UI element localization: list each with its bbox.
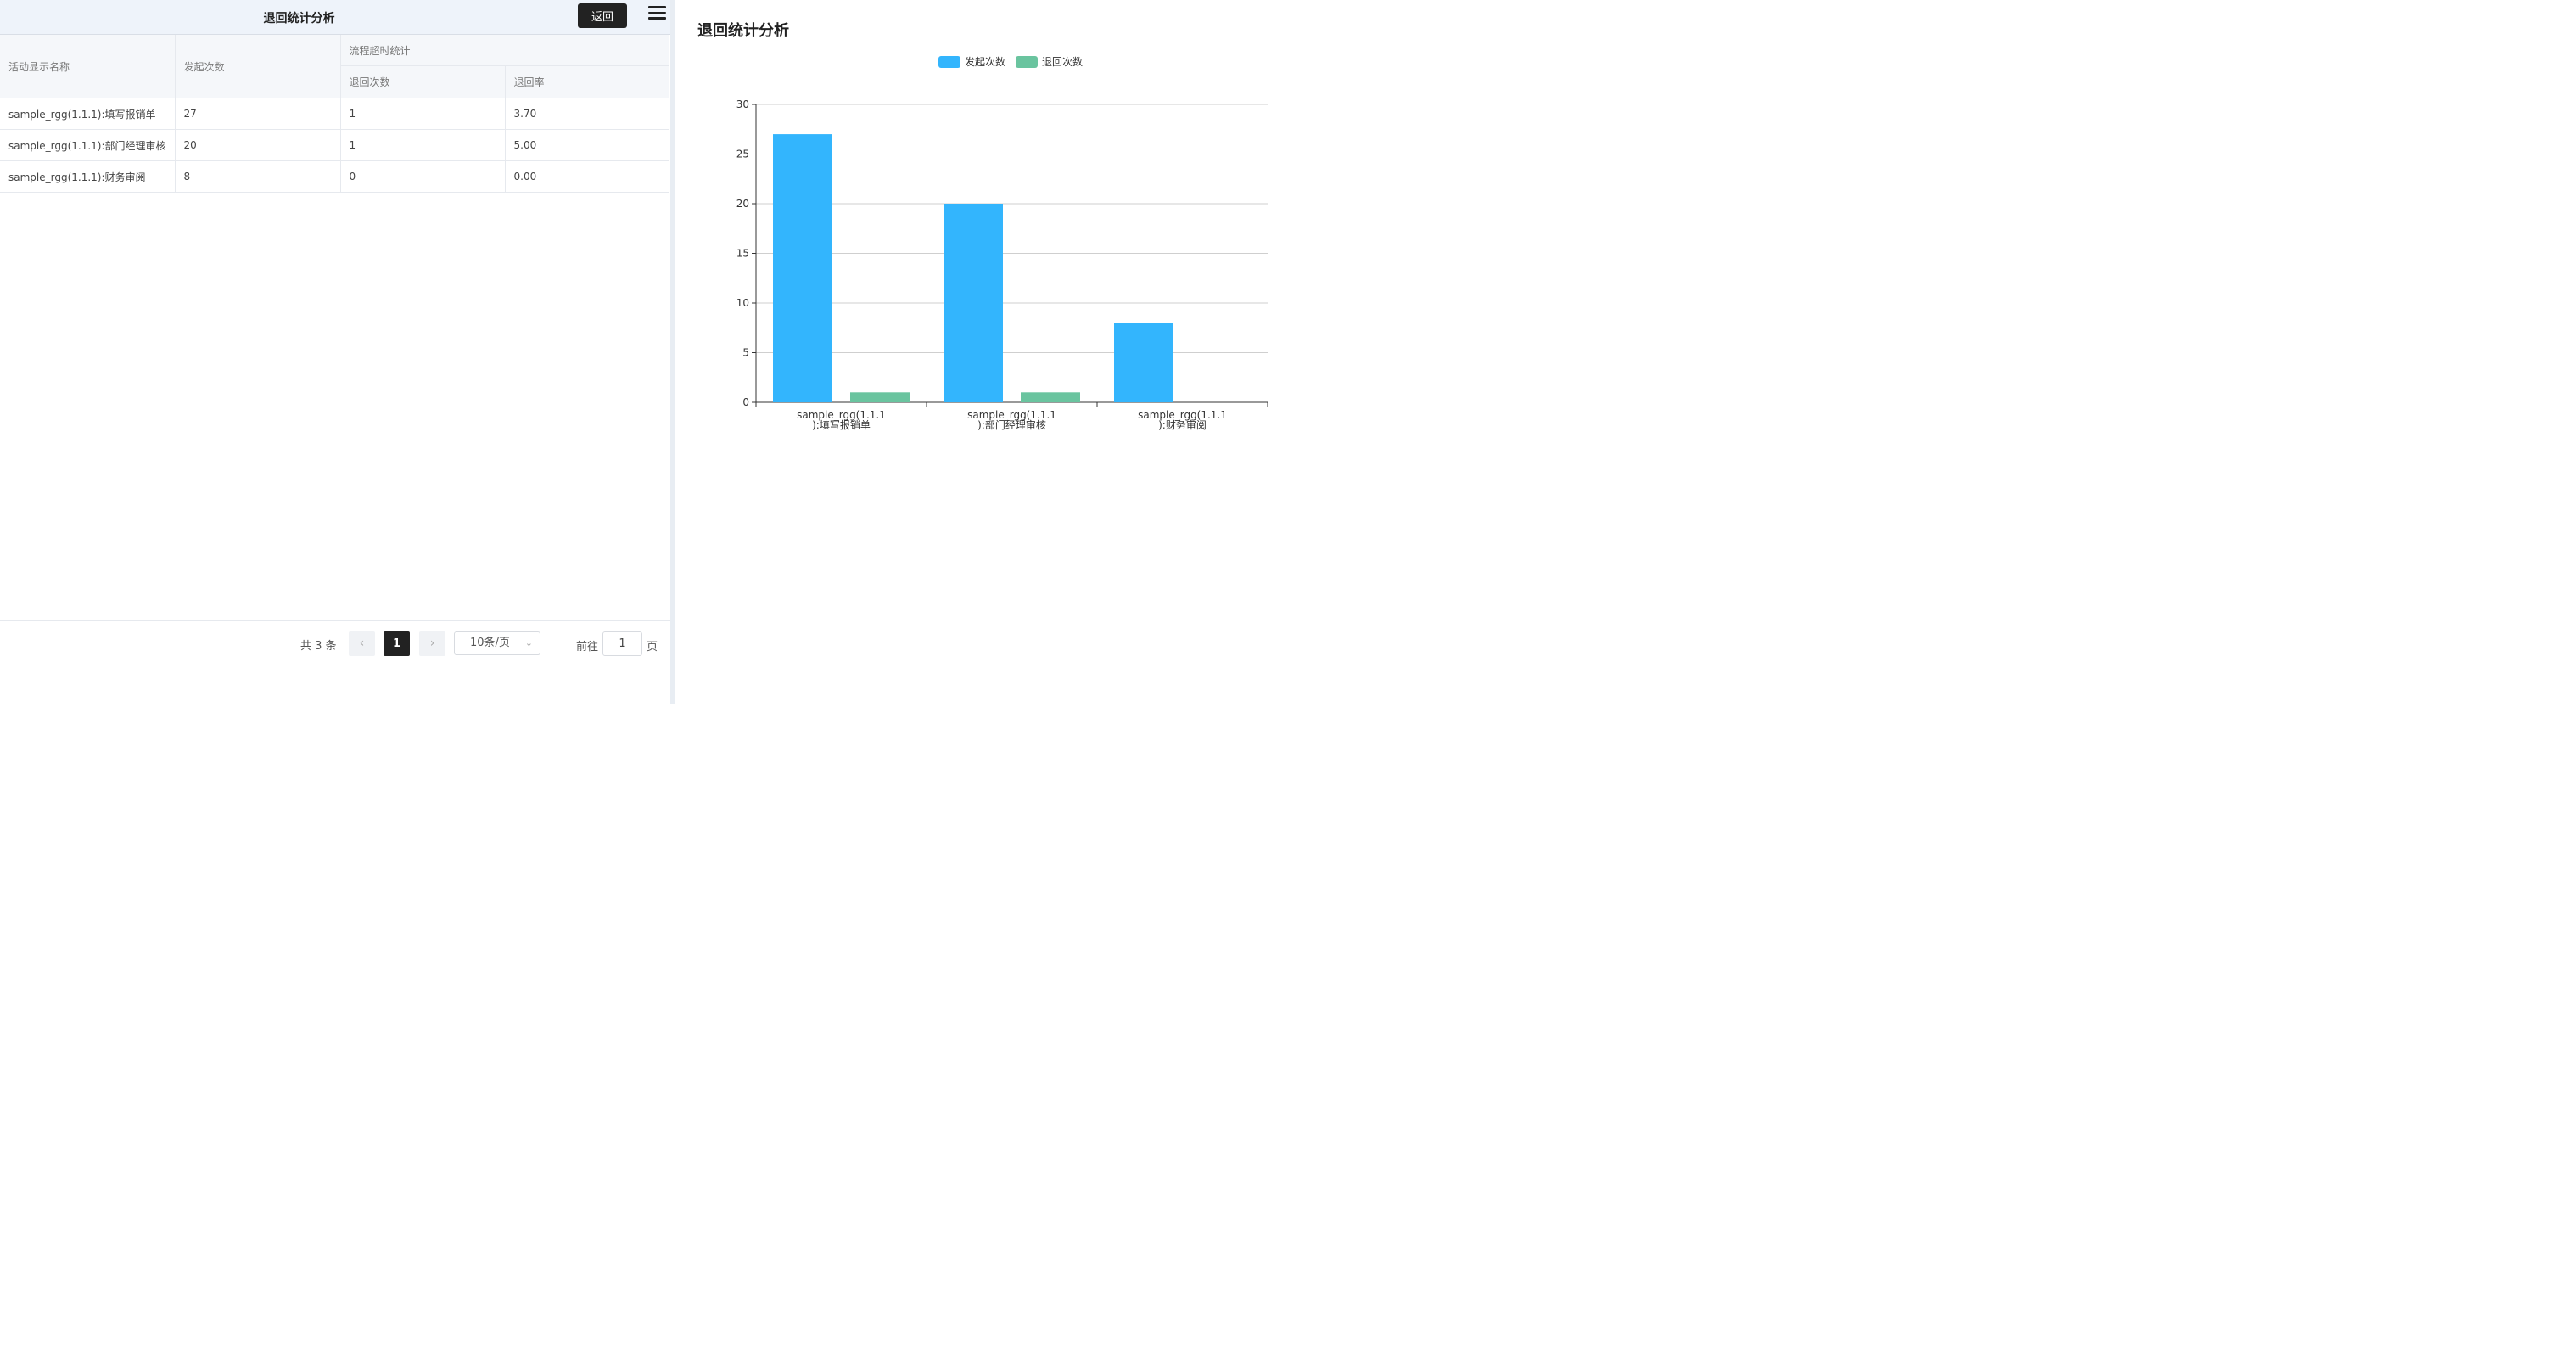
goto-label: 前往 — [576, 641, 599, 653]
cell-activity-name: sample_rgg(1.1.1):部门经理审核 — [0, 129, 176, 161]
column-header-return-rate: 退回率 — [505, 65, 670, 98]
cell-returned-count: 1 — [340, 129, 506, 161]
bar — [1114, 323, 1173, 402]
page-size-select[interactable]: 10条/页 ⌄ — [454, 631, 540, 655]
cell-returned-count: 1 — [340, 98, 506, 130]
chevron-right-icon: › — [429, 637, 435, 650]
column-header-activity-name: 活动显示名称 — [0, 35, 176, 98]
column-header-initiated-count: 发起次数 — [175, 35, 341, 98]
chart-panel: 退回统计分析 发起次数 退回次数 0 5 10 15 20 25 30 sample_rgg(… — [675, 0, 1330, 704]
column-header-returned-count: 退回次数 — [340, 65, 506, 98]
table-row: sample_rgg(1.1.1):部门经理审核 20 1 5.00 — [0, 129, 670, 161]
y-tick-label: 20 — [736, 198, 749, 210]
statistics-table: 活动显示名称 发起次数 流程超时统计 退回次数 退回率 sample_rgg(1… — [0, 35, 670, 193]
cell-returned-count: 0 — [340, 160, 506, 193]
cell-activity-name: sample_rgg(1.1.1):财务审阅 — [0, 160, 176, 193]
prev-page-button[interactable]: ‹ — [349, 631, 375, 656]
chevron-left-icon: ‹ — [359, 637, 365, 650]
y-tick-label: 0 — [742, 396, 749, 408]
bar — [1021, 392, 1080, 402]
table-row: sample_rgg(1.1.1):财务审阅 8 0 0.00 — [0, 160, 670, 193]
y-tick-label: 15 — [736, 248, 749, 260]
cell-return-rate: 0.00 — [505, 160, 670, 193]
x-tick-label: ):填写报销单 — [812, 418, 871, 431]
cell-return-rate: 3.70 — [505, 98, 670, 130]
next-page-button[interactable]: › — [419, 631, 445, 656]
page-number-current[interactable]: 1 — [384, 631, 410, 656]
bar-chart: 051015202530sample_rgg(1.1.1):填写报销单sampl… — [736, 98, 1268, 431]
cell-return-rate: 5.00 — [505, 129, 670, 161]
page-title: 退回统计分析 — [263, 12, 335, 25]
bar — [773, 134, 832, 402]
cell-initiated-count: 20 — [175, 129, 341, 161]
y-tick-label: 5 — [742, 347, 749, 359]
header-bar: 退回统计分析 返回 — [0, 0, 670, 35]
x-tick-label: ):财务审阅 — [1158, 418, 1207, 431]
pagination: 共 3 条 ‹ 1 › 10条/页 ⌄ 前往 页 — [0, 620, 670, 704]
bar — [850, 392, 910, 402]
cell-initiated-count: 8 — [175, 160, 341, 193]
goto-page-input[interactable] — [602, 631, 642, 656]
bar — [944, 204, 1003, 402]
table-row: sample_rgg(1.1.1):填写报销单 27 1 3.70 — [0, 98, 670, 130]
cell-activity-name: sample_rgg(1.1.1):填写报销单 — [0, 98, 176, 130]
y-tick-label: 25 — [736, 149, 749, 160]
total-count: 共 3 条 — [300, 640, 337, 653]
y-tick-label: 30 — [736, 98, 749, 110]
page-size-value: 10条/页 — [470, 637, 510, 649]
back-button[interactable]: 返回 — [578, 3, 627, 28]
left-panel: 退回统计分析 返回 活动显示名称 发起次数 流程超时统计 退回次数 退回率 sa… — [0, 0, 670, 704]
y-tick-label: 10 — [736, 297, 749, 309]
hamburger-menu-icon[interactable] — [648, 5, 667, 20]
column-group-header: 流程超时统计 — [340, 35, 670, 67]
x-tick-label: ):部门经理审核 — [977, 418, 1046, 431]
page-suffix-label: 页 — [647, 641, 658, 653]
chevron-down-icon: ⌄ — [524, 637, 533, 648]
cell-initiated-count: 27 — [175, 98, 341, 130]
